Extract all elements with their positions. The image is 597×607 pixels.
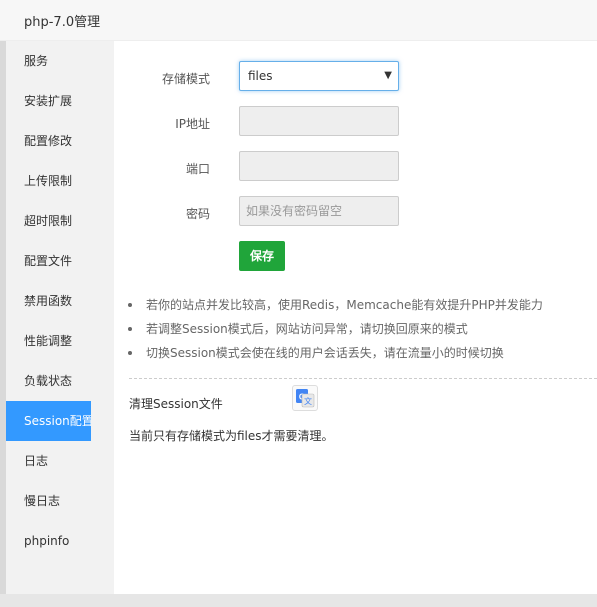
dialog-titlebar: php-7.0管理 <box>0 0 597 41</box>
section-divider <box>129 378 597 379</box>
sidebar-item-config-edit[interactable]: 配置修改 <box>6 121 114 161</box>
sidebar-item-upload-limit[interactable]: 上传限制 <box>6 161 114 201</box>
svg-text:文: 文 <box>304 396 312 406</box>
sidebar-item-disabled-functions[interactable]: 禁用函数 <box>6 281 114 321</box>
sidebar: 服务 安装扩展 配置修改 上传限制 超时限制 配置文件 禁用函数 性能调整 负载… <box>6 41 114 594</box>
password-input[interactable]: 如果没有密码留空 <box>239 196 399 226</box>
session-config-panel: 存储模式 files ▼ IP地址 端口 密码 如果没有密码留空 保存 若你的站… <box>114 41 597 594</box>
tip-text: 若调整Session模式后，网站访问异常，请切换回原来的模式 <box>146 322 468 336</box>
storage-mode-select[interactable]: files ▼ <box>239 61 399 91</box>
sidebar-item-phpinfo[interactable]: phpinfo <box>6 521 114 561</box>
clean-session-status: 当前只有存储模式为files才需要清理。 <box>129 429 334 443</box>
dialog-title: php-7.0管理 <box>24 15 101 30</box>
sidebar-item-load-status[interactable]: 负载状态 <box>6 361 114 401</box>
sidebar-item-slow-log[interactable]: 慢日志 <box>6 481 114 521</box>
ip-address-input[interactable] <box>239 106 399 136</box>
sidebar-item-timeout-limit[interactable]: 超时限制 <box>6 201 114 241</box>
sidebar-item-extensions[interactable]: 安装扩展 <box>6 81 114 121</box>
tip-item: 切换Session模式会使在线的用户会话丢失，请在流量小的时候切换 <box>128 341 588 365</box>
storage-mode-label: 存储模式 <box>161 72 210 86</box>
bullet-icon <box>128 303 132 307</box>
sidebar-item-config-file[interactable]: 配置文件 <box>6 241 114 281</box>
password-placeholder: 如果没有密码留空 <box>246 204 343 218</box>
sidebar-item-performance[interactable]: 性能调整 <box>6 321 114 361</box>
save-button[interactable]: 保存 <box>239 241 285 271</box>
google-translate-icon[interactable]: G 文 <box>292 385 318 411</box>
chevron-down-icon: ▼ <box>384 70 392 81</box>
port-input[interactable] <box>239 151 399 181</box>
php-manager-dialog: php-7.0管理 服务 安装扩展 配置修改 上传限制 超时限制 配置文件 禁用… <box>0 0 597 607</box>
sidebar-item-session-config[interactable]: Session配置 <box>6 401 91 441</box>
sidebar-item-log[interactable]: 日志 <box>6 441 114 481</box>
bullet-icon <box>128 327 132 331</box>
tips-list: 若你的站点并发比较高，使用Redis，Memcache能有效提升PHP并发能力 … <box>128 293 588 365</box>
storage-mode-value: files <box>248 69 273 83</box>
port-label: 端口 <box>185 162 210 176</box>
sidebar-item-service[interactable]: 服务 <box>6 41 114 81</box>
ip-address-label: IP地址 <box>175 117 210 131</box>
dialog-bottom-strip <box>0 594 597 607</box>
tip-text: 若你的站点并发比较高，使用Redis，Memcache能有效提升PHP并发能力 <box>146 298 543 312</box>
tip-text: 切换Session模式会使在线的用户会话丢失，请在流量小的时候切换 <box>146 346 504 360</box>
tip-item: 若调整Session模式后，网站访问异常，请切换回原来的模式 <box>128 317 588 341</box>
password-label: 密码 <box>185 207 210 221</box>
tip-item: 若你的站点并发比较高，使用Redis，Memcache能有效提升PHP并发能力 <box>128 293 588 317</box>
clean-session-label: 清理Session文件 <box>129 397 223 411</box>
bullet-icon <box>128 351 132 355</box>
